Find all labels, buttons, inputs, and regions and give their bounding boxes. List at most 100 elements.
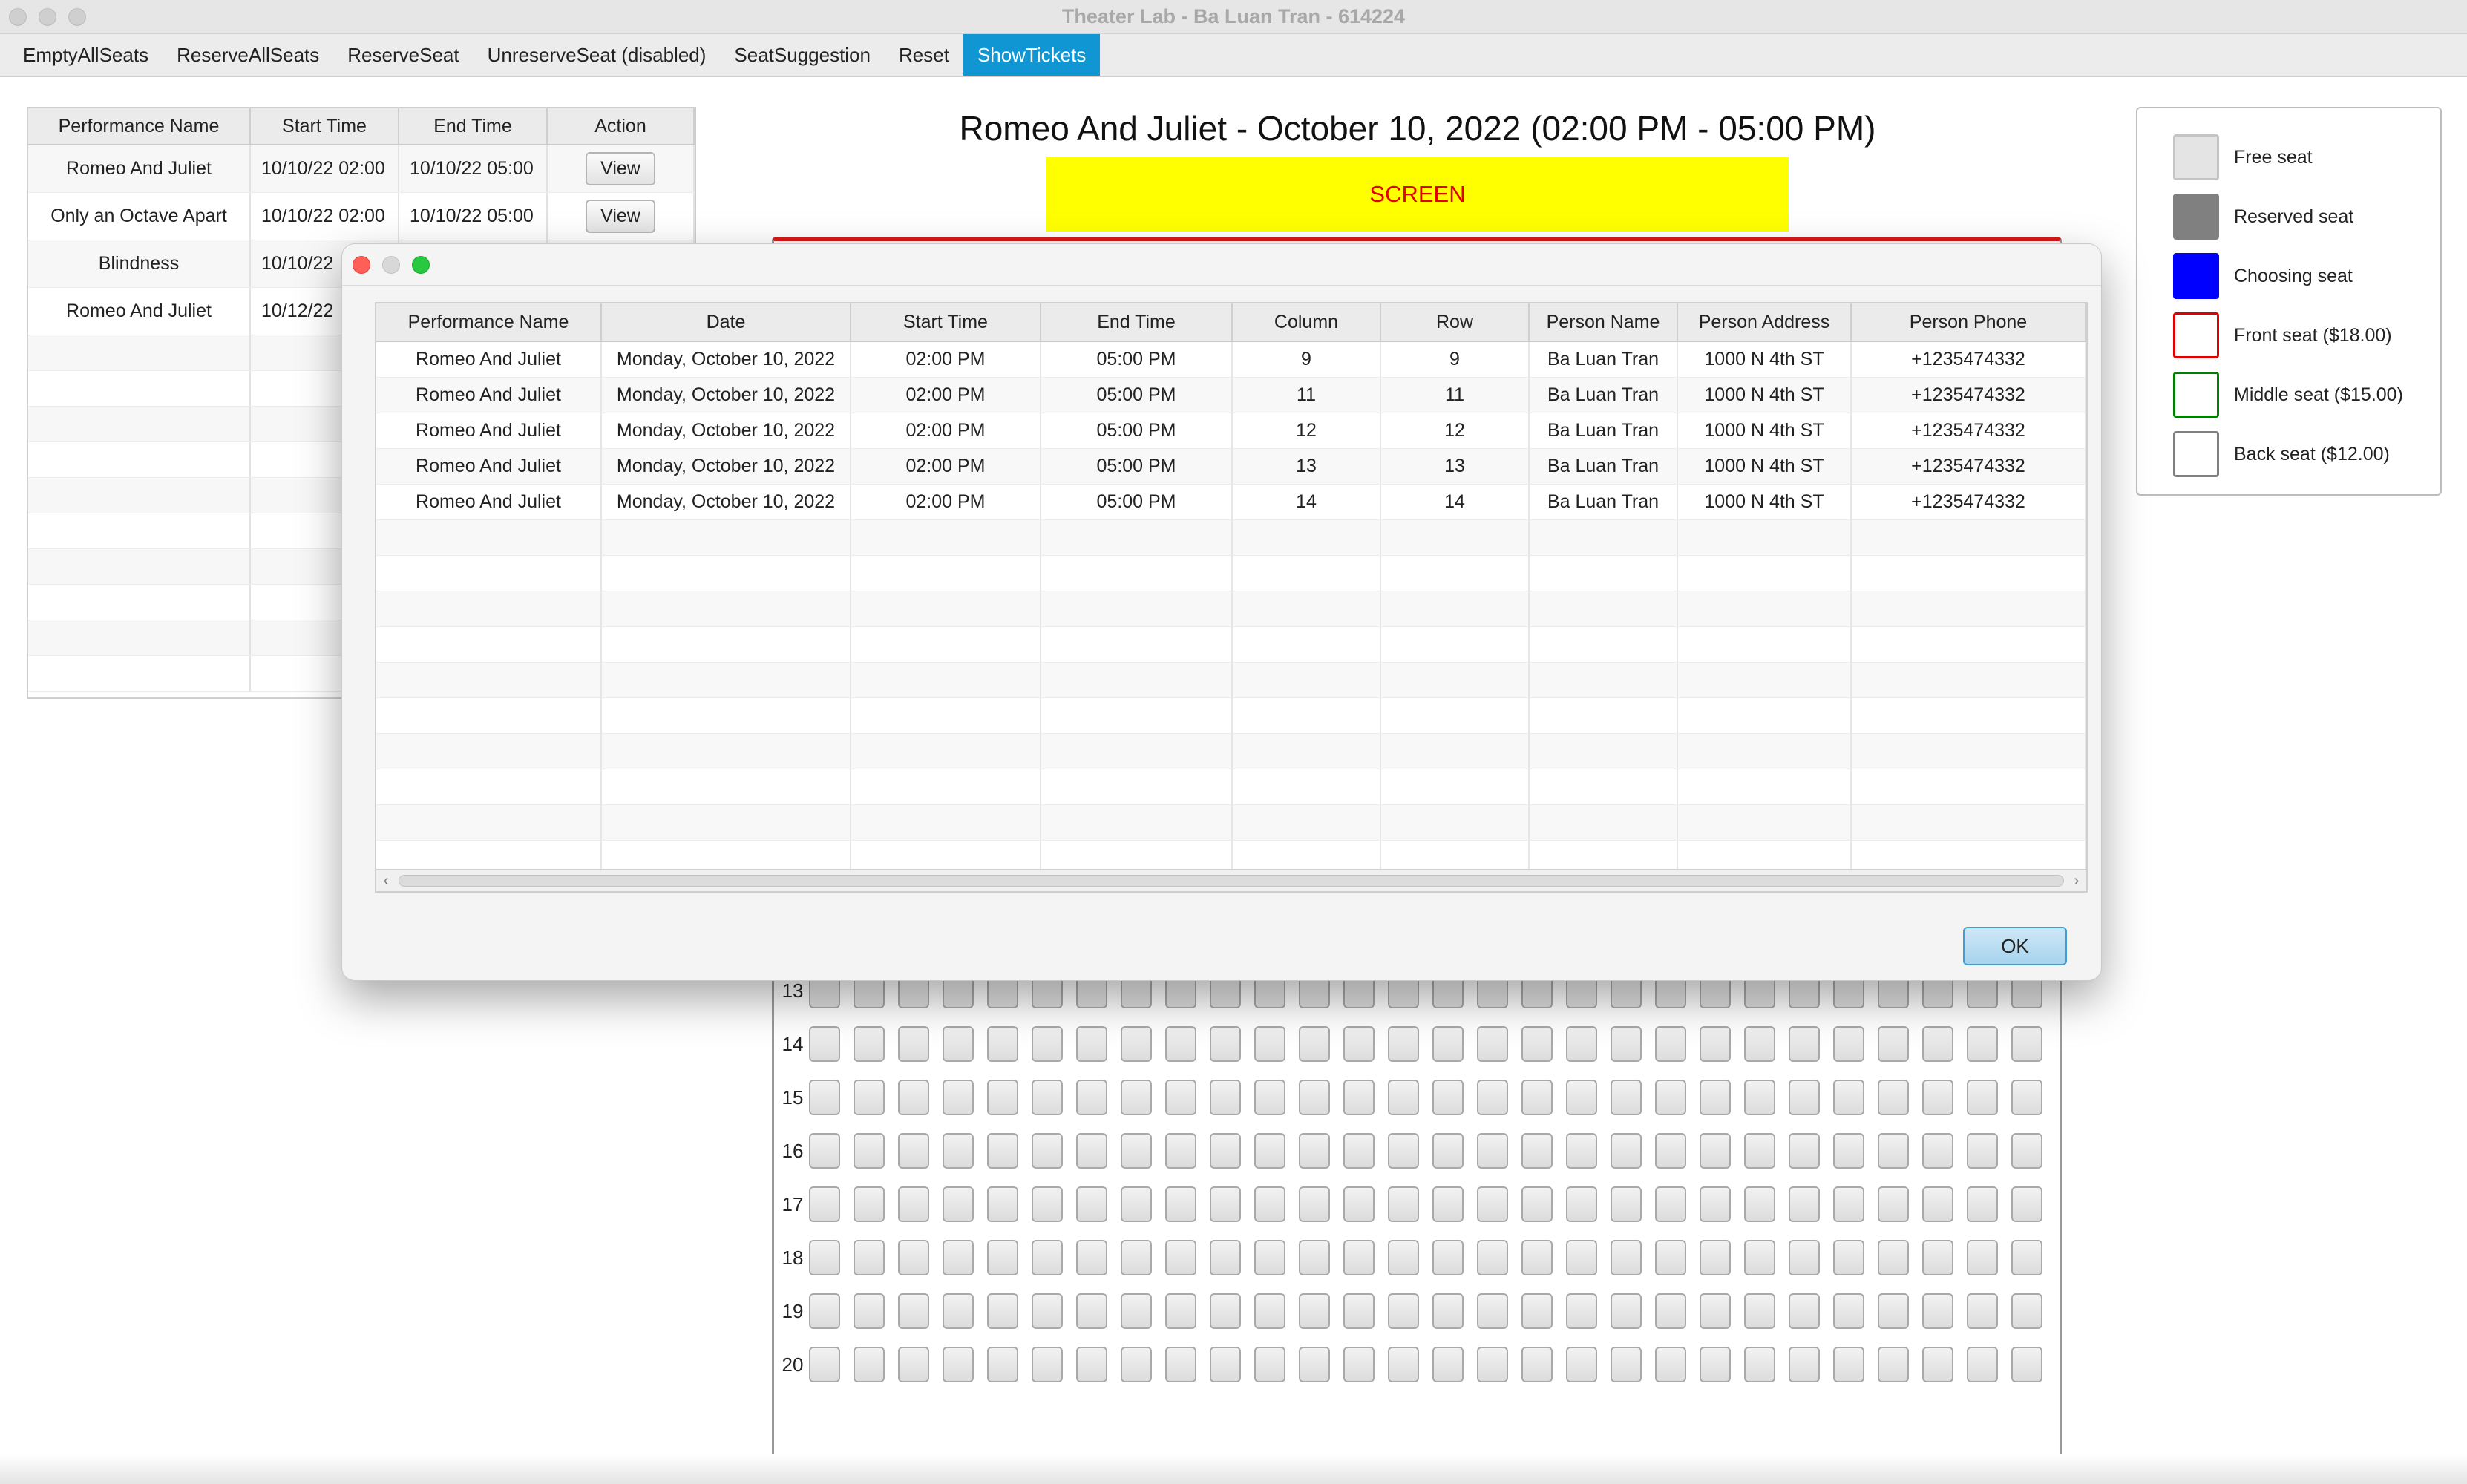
seat[interactable] bbox=[1878, 1026, 1909, 1062]
seat[interactable] bbox=[1655, 1080, 1686, 1115]
seat[interactable] bbox=[898, 1293, 929, 1329]
seat[interactable] bbox=[898, 1186, 929, 1222]
seat[interactable] bbox=[943, 1293, 974, 1329]
seat[interactable] bbox=[1655, 1347, 1686, 1382]
seat[interactable] bbox=[1878, 1133, 1909, 1169]
scrollbar-thumb[interactable] bbox=[399, 875, 2064, 887]
seat[interactable] bbox=[1254, 1026, 1285, 1062]
seat[interactable] bbox=[1878, 1293, 1909, 1329]
seat[interactable] bbox=[1922, 1240, 1953, 1275]
seat[interactable] bbox=[809, 1186, 840, 1222]
seat[interactable] bbox=[1967, 1133, 1998, 1169]
seat[interactable] bbox=[1165, 1026, 1196, 1062]
column-header-performance-name[interactable]: Performance Name bbox=[28, 108, 251, 144]
column-header-action[interactable]: Action bbox=[548, 108, 695, 144]
seat[interactable] bbox=[1432, 1240, 1464, 1275]
seat[interactable] bbox=[1477, 1347, 1508, 1382]
seat[interactable] bbox=[1922, 1347, 1953, 1382]
seat[interactable] bbox=[1299, 1133, 1330, 1169]
seat[interactable] bbox=[898, 1240, 929, 1275]
seat[interactable] bbox=[809, 1293, 840, 1329]
horizontal-scrollbar[interactable]: ‹ › bbox=[375, 870, 2088, 893]
seat[interactable] bbox=[1700, 1080, 1731, 1115]
seat[interactable] bbox=[1611, 1240, 1642, 1275]
seat[interactable] bbox=[1967, 1026, 1998, 1062]
toolbar-button-unreserveseat-disabled[interactable]: UnreserveSeat (disabled) bbox=[474, 34, 721, 76]
seat[interactable] bbox=[854, 1293, 885, 1329]
seat[interactable] bbox=[1922, 1080, 1953, 1115]
seat[interactable] bbox=[1165, 1240, 1196, 1275]
seat[interactable] bbox=[1076, 1347, 1107, 1382]
view-button[interactable]: View bbox=[586, 200, 655, 233]
seat[interactable] bbox=[1833, 1186, 1864, 1222]
view-button[interactable]: View bbox=[586, 152, 655, 186]
toolbar-button-showtickets[interactable]: ShowTickets bbox=[963, 34, 1101, 76]
toolbar-button-reserveseat[interactable]: ReserveSeat bbox=[333, 34, 473, 76]
seat[interactable] bbox=[1967, 1080, 1998, 1115]
seat[interactable] bbox=[1611, 1293, 1642, 1329]
seat[interactable] bbox=[1700, 1186, 1731, 1222]
seat[interactable] bbox=[1254, 1240, 1285, 1275]
seat[interactable] bbox=[1121, 1347, 1152, 1382]
seat[interactable] bbox=[1254, 1347, 1285, 1382]
seat[interactable] bbox=[1210, 1240, 1241, 1275]
seat[interactable] bbox=[1566, 1293, 1597, 1329]
seat[interactable] bbox=[1700, 1026, 1731, 1062]
seat[interactable] bbox=[1432, 1293, 1464, 1329]
seat[interactable] bbox=[1388, 1133, 1419, 1169]
seat[interactable] bbox=[1878, 1080, 1909, 1115]
seat[interactable] bbox=[1388, 1293, 1419, 1329]
seat[interactable] bbox=[1833, 1026, 1864, 1062]
seat[interactable] bbox=[1789, 1347, 1820, 1382]
seat[interactable] bbox=[1032, 1186, 1063, 1222]
seat[interactable] bbox=[1076, 1240, 1107, 1275]
ticket-row[interactable]: Romeo And Juliet Monday, October 10, 2022… bbox=[376, 342, 2086, 378]
toolbar-button-reserveallseats[interactable]: ReserveAllSeats bbox=[163, 34, 333, 76]
seat[interactable] bbox=[1432, 1133, 1464, 1169]
seat[interactable] bbox=[1076, 1080, 1107, 1115]
seat[interactable] bbox=[1477, 1240, 1508, 1275]
seat[interactable] bbox=[1343, 1080, 1375, 1115]
seat[interactable] bbox=[987, 1240, 1018, 1275]
seat[interactable] bbox=[1700, 1240, 1731, 1275]
seat[interactable] bbox=[898, 1133, 929, 1169]
seat[interactable] bbox=[1388, 1026, 1419, 1062]
seat[interactable] bbox=[1878, 1186, 1909, 1222]
seat[interactable] bbox=[1032, 1293, 1063, 1329]
seat[interactable] bbox=[1210, 1080, 1241, 1115]
seat[interactable] bbox=[1521, 1293, 1553, 1329]
seat[interactable] bbox=[1700, 1347, 1731, 1382]
column-header-start-time[interactable]: Start Time bbox=[251, 108, 399, 144]
column-header-end-time[interactable]: End Time bbox=[1041, 303, 1233, 341]
seat[interactable] bbox=[1076, 1026, 1107, 1062]
seat[interactable] bbox=[1744, 1240, 1775, 1275]
seat[interactable] bbox=[1388, 1186, 1419, 1222]
seat[interactable] bbox=[943, 1133, 974, 1169]
seat[interactable] bbox=[1922, 1186, 1953, 1222]
seat[interactable] bbox=[943, 1347, 974, 1382]
seat[interactable] bbox=[1165, 1080, 1196, 1115]
seat[interactable] bbox=[1521, 1026, 1553, 1062]
seat[interactable] bbox=[2011, 1293, 2042, 1329]
seat[interactable] bbox=[1121, 1026, 1152, 1062]
seat[interactable] bbox=[987, 1133, 1018, 1169]
seat[interactable] bbox=[1343, 1186, 1375, 1222]
seat[interactable] bbox=[1566, 1186, 1597, 1222]
ticket-row[interactable]: Romeo And Juliet Monday, October 10, 2022… bbox=[376, 413, 2086, 449]
toolbar-button-seatsuggestion[interactable]: SeatSuggestion bbox=[720, 34, 885, 76]
seat[interactable] bbox=[809, 1133, 840, 1169]
seat[interactable] bbox=[1432, 1347, 1464, 1382]
seat[interactable] bbox=[1076, 1186, 1107, 1222]
seat[interactable] bbox=[1922, 1133, 1953, 1169]
seat[interactable] bbox=[987, 1080, 1018, 1115]
seat[interactable] bbox=[1744, 1347, 1775, 1382]
ticket-row[interactable]: Romeo And Juliet Monday, October 10, 2022… bbox=[376, 378, 2086, 413]
seat[interactable] bbox=[1165, 1186, 1196, 1222]
seat[interactable] bbox=[1789, 1186, 1820, 1222]
seat[interactable] bbox=[1388, 1080, 1419, 1115]
seat[interactable] bbox=[1165, 1133, 1196, 1169]
toolbar-button-emptyallseats[interactable]: EmptyAllSeats bbox=[9, 34, 163, 76]
seat[interactable] bbox=[943, 1026, 974, 1062]
seat[interactable] bbox=[1477, 1186, 1508, 1222]
column-header-person-phone[interactable]: Person Phone bbox=[1852, 303, 2086, 341]
